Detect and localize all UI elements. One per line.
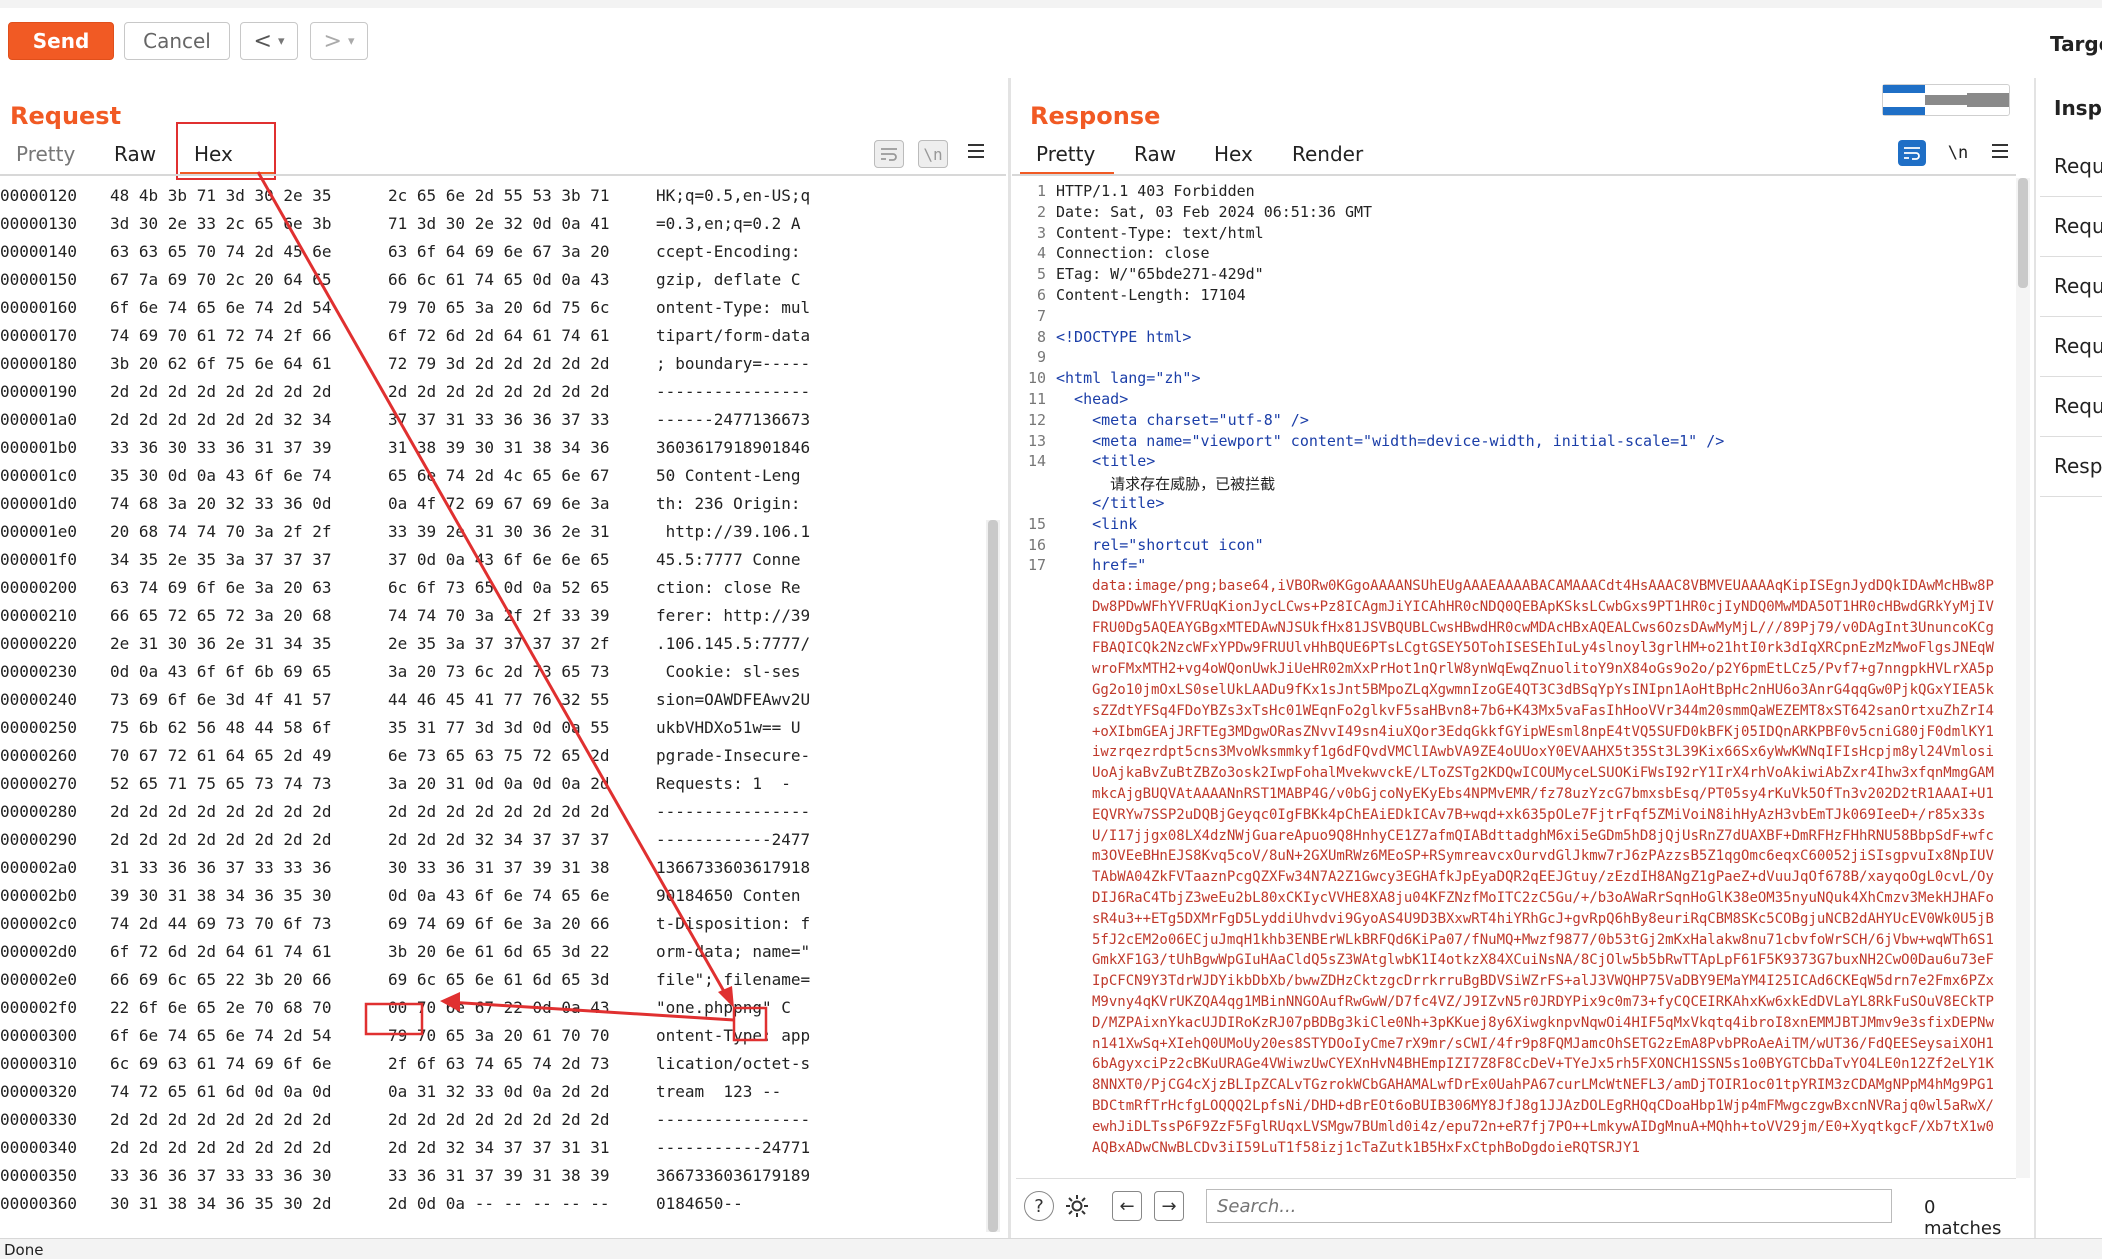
response-tab-pretty[interactable]: Pretty — [1036, 142, 1095, 166]
line-number: 5 — [1036, 265, 1046, 284]
response-code-line: HTTP/1.1 403 Forbidden — [1056, 182, 1255, 200]
search-previous-icon[interactable]: ← — [1112, 1191, 1142, 1221]
filename-to-null-arrow — [447, 1000, 735, 1022]
inspector-separator — [2040, 496, 2102, 497]
inspector-title: Inspe — [2054, 96, 2102, 120]
response-code-line: rel="shortcut icon" — [1056, 535, 1264, 554]
response-scrollbar-thumb[interactable] — [2018, 178, 2028, 288]
response-editor[interactable]: data:image/png;base64,iVBORw0KGgoAAAANSU… — [1016, 178, 2016, 1168]
line-number: 9 — [1036, 348, 1046, 367]
settings-gear-icon[interactable] — [1062, 1191, 1092, 1221]
line-number: 3 — [1036, 223, 1046, 242]
line-number: 1 — [1036, 182, 1046, 200]
layout-toggle-group — [1882, 84, 2010, 116]
line-number: 16 — [1027, 535, 1046, 554]
status-bar: Done — [0, 1238, 2102, 1259]
response-code-line: Date: Sat, 03 Feb 2024 06:51:36 GMT — [1056, 202, 1373, 221]
help-icon[interactable]: ? — [1024, 1191, 1054, 1221]
inspector-item[interactable]: Reque — [2054, 214, 2102, 238]
response-tab-render[interactable]: Render — [1292, 142, 1363, 166]
response-code-line: <!DOCTYPE html> — [1056, 327, 1192, 346]
line-number: 6 — [1036, 286, 1046, 304]
inspector-separator — [2040, 256, 2102, 257]
arrow-head-down — [718, 986, 734, 1008]
inspector-separator — [2040, 376, 2102, 377]
response-code-line: href=" — [1056, 556, 1147, 575]
response-code-line: 请求存在威胁，已被拦截 — [1056, 475, 1276, 494]
null-byte-highlight-box — [364, 1002, 424, 1036]
response-search-bar: ? ← → 0 matches — [1016, 1178, 2016, 1239]
search-match-count: 0 matches — [1924, 1197, 2002, 1239]
line-number: 10 — [1027, 369, 1046, 388]
inspector-item[interactable]: Reque — [2054, 334, 2102, 358]
line-number: 4 — [1036, 244, 1046, 263]
response-wrap-icon[interactable] — [1898, 140, 1926, 166]
inspector-item[interactable]: Reque — [2054, 154, 2102, 178]
response-newline-icon[interactable]: \n — [1944, 140, 1972, 166]
line-number: 8 — [1036, 327, 1046, 346]
response-code-line: <meta charset="utf-8" /> — [1056, 410, 1309, 429]
response-panel-title: Response — [1030, 102, 1161, 130]
layout-split-vertical-button[interactable] — [1925, 85, 1967, 115]
arrow-head-left — [440, 992, 460, 1012]
response-code-line: Content-Type: text/html — [1056, 223, 1264, 242]
line-number: 15 — [1027, 514, 1046, 533]
inspector-separator — [2040, 196, 2102, 197]
layout-split-horizontal-button[interactable] — [1883, 85, 1925, 115]
line-number: 13 — [1027, 431, 1046, 450]
inspector-item[interactable]: Reque — [2054, 394, 2102, 418]
response-code-line: <title> — [1056, 452, 1156, 471]
inspector-separator — [2040, 436, 2102, 437]
tab-to-filename-arrow — [256, 171, 732, 1003]
response-search-input[interactable] — [1206, 1189, 1892, 1223]
response-code-line: <meta name="viewport" content="width=dev… — [1056, 431, 1725, 450]
line-number: 2 — [1036, 202, 1046, 221]
search-next-icon[interactable]: → — [1154, 1191, 1184, 1221]
response-scrollbar[interactable] — [2016, 178, 2030, 1178]
response-menu-icon[interactable] — [1990, 142, 2014, 164]
response-tabbar-divider — [1012, 174, 2016, 176]
line-number: 12 — [1027, 410, 1046, 429]
response-code-line: ETag: W/"65bde271-429d" — [1056, 265, 1264, 284]
response-code-line: <link — [1056, 514, 1138, 533]
inspector-item[interactable]: Respo — [2054, 454, 2102, 478]
line-number: 11 — [1027, 390, 1046, 408]
line-number: 17 — [1027, 556, 1046, 575]
line-number: 14 — [1027, 452, 1046, 471]
response-code-line: <html lang="zh"> — [1056, 369, 1201, 388]
status-text: Done — [4, 1241, 44, 1259]
response-code-line: Content-Length: 17104 — [1056, 286, 1246, 304]
filename-highlight-box — [732, 1006, 768, 1042]
layout-single-button[interactable] — [1967, 85, 2009, 115]
inspector-divider[interactable] — [2034, 78, 2036, 1238]
panel-divider[interactable] — [1008, 78, 1011, 1238]
base64-payload: data:image/png;base64,iVBORw0KGgoAAAANSU… — [1092, 578, 1994, 1156]
response-tab-raw[interactable]: Raw — [1134, 142, 1176, 166]
response-code-line: </title> — [1056, 494, 1165, 512]
line-number: 7 — [1036, 306, 1046, 325]
response-tab-hex[interactable]: Hex — [1214, 142, 1253, 166]
inspector-item[interactable]: Reque — [2054, 274, 2102, 298]
inspector-separator — [2040, 316, 2102, 317]
response-code-line: Connection: close — [1056, 244, 1210, 263]
response-code-line: <head> — [1056, 390, 1129, 408]
